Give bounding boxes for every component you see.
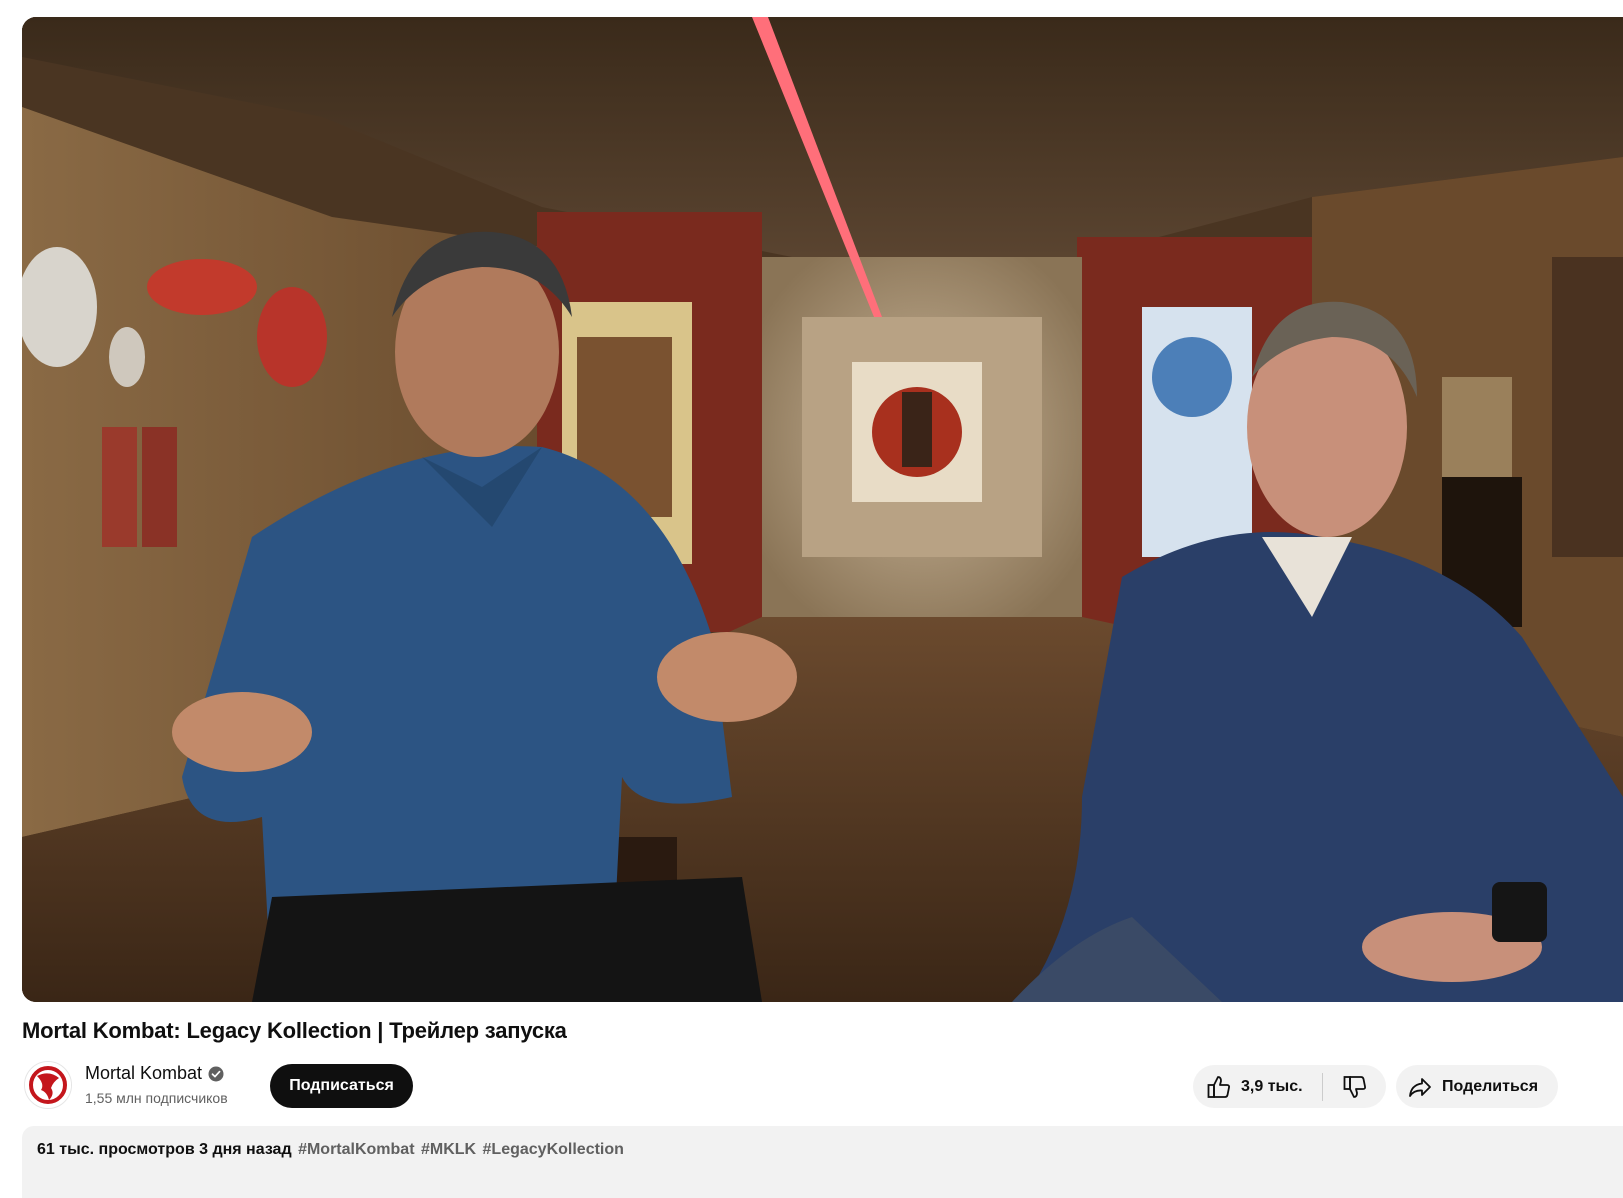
like-dislike-group: 3,9 тыс. (1193, 1065, 1386, 1108)
thumbs-up-icon (1205, 1073, 1233, 1101)
video-player[interactable] (22, 17, 1623, 1002)
upload-date: 3 дня назад (199, 1141, 292, 1158)
video-frame (22, 17, 1623, 1002)
verified-check-icon (208, 1066, 224, 1082)
thumbs-down-icon (1341, 1073, 1369, 1101)
like-button[interactable]: 3,9 тыс. (1193, 1065, 1322, 1108)
description-meta: 61 тыс. просмотров 3 дня назад #MortalKo… (37, 1141, 624, 1159)
channel-name[interactable]: Mortal Kombat (85, 1063, 224, 1084)
share-button[interactable]: Поделиться (1396, 1065, 1558, 1108)
watch-page: Mortal Kombat: Legacy Kollection | Трейл… (0, 0, 1623, 1198)
share-arrow-icon (1406, 1073, 1434, 1101)
hashtag-link[interactable]: #MKLK (421, 1141, 476, 1158)
channel-name-text[interactable]: Mortal Kombat (85, 1063, 202, 1084)
view-count: 61 тыс. просмотров (37, 1141, 195, 1158)
mortal-kombat-dragon-logo-icon (25, 1062, 71, 1108)
share-label: Поделиться (1442, 1077, 1539, 1095)
subscribe-button[interactable]: Подписаться (270, 1064, 413, 1108)
dislike-button[interactable] (1323, 1065, 1386, 1108)
like-count: 3,9 тыс. (1241, 1077, 1303, 1095)
description-box[interactable]: 61 тыс. просмотров 3 дня назад #MortalKo… (22, 1126, 1623, 1198)
subscriber-count: 1,55 млн подписчиков (85, 1090, 228, 1106)
hashtag-link[interactable]: #LegacyKollection (483, 1141, 624, 1158)
hashtag-link[interactable]: #MortalKombat (298, 1141, 414, 1158)
video-title: Mortal Kombat: Legacy Kollection | Трейл… (22, 1018, 567, 1043)
channel-avatar[interactable] (24, 1061, 72, 1109)
